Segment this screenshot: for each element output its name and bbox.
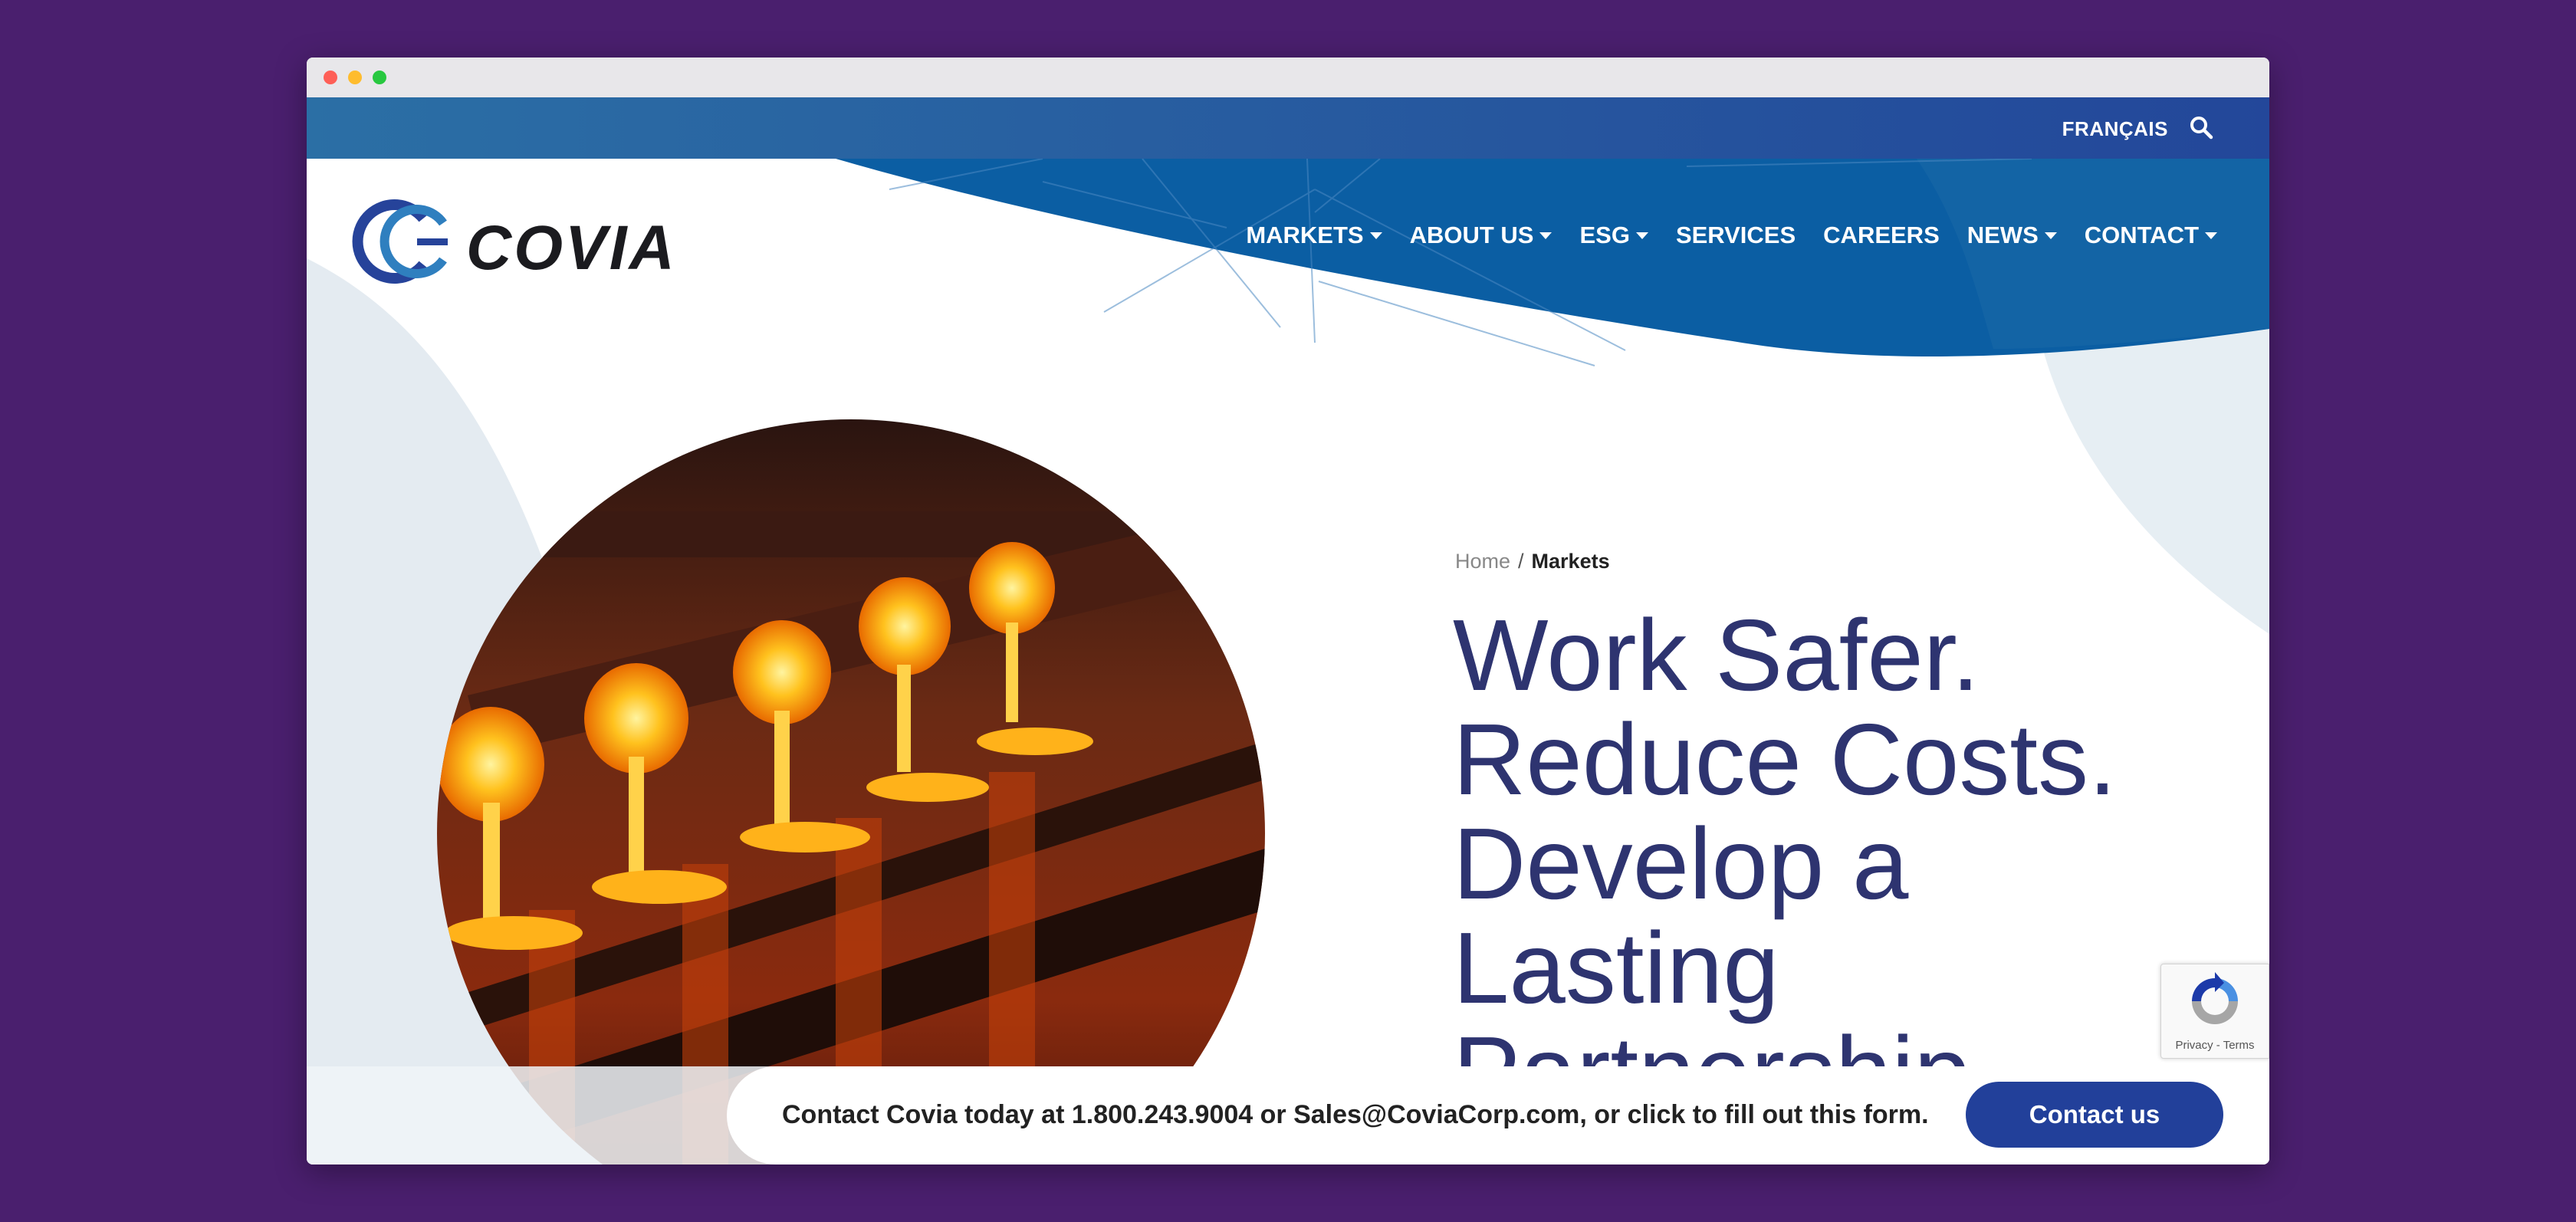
hero-title: Work Safer. Reduce Costs. Develop a Last… bbox=[1453, 603, 2204, 1125]
recaptcha-terms-link[interactable]: Terms bbox=[2223, 1039, 2255, 1052]
hero-title-line: Develop a bbox=[1453, 807, 1909, 920]
hero-title-line: Reduce Costs. bbox=[1453, 703, 2117, 816]
caret-down-icon bbox=[1369, 232, 1382, 239]
minimize-window-button[interactable] bbox=[348, 71, 362, 84]
nav-item-careers[interactable]: CAREERS bbox=[1823, 222, 1940, 249]
covia-logo-mark-icon bbox=[352, 199, 448, 284]
search-icon[interactable] bbox=[2188, 114, 2214, 140]
logo-wordmark: COVIA bbox=[466, 213, 677, 283]
recaptcha-links: Privacy - Terms bbox=[2161, 1039, 2269, 1052]
contact-banner-pill: Contact Covia today at 1.800.243.9004 or… bbox=[727, 1066, 2269, 1165]
close-window-button[interactable] bbox=[324, 71, 337, 84]
nav-label: CONTACT bbox=[2084, 222, 2199, 248]
nav-item-markets[interactable]: MARKETS bbox=[1246, 222, 1382, 249]
nav-item-services[interactable]: SERVICES bbox=[1676, 222, 1796, 249]
nav-item-contact[interactable]: CONTACT bbox=[2085, 222, 2217, 249]
contact-us-button[interactable]: Contact us bbox=[1966, 1082, 2223, 1148]
browser-window: FRANÇAIS COVIA MARKETS ABOUT US ESG SERV… bbox=[307, 57, 2269, 1165]
hero-title-line: Lasting bbox=[1453, 912, 1779, 1024]
contact-banner-message[interactable]: Contact Covia today at 1.800.243.9004 or… bbox=[782, 1100, 1929, 1130]
recaptcha-privacy-link[interactable]: Privacy bbox=[2175, 1039, 2213, 1052]
hero-title-line: Work Safer. bbox=[1453, 599, 1980, 711]
nav-label: CAREERS bbox=[1823, 222, 1940, 248]
nav-label: MARKETS bbox=[1246, 222, 1364, 248]
breadcrumb-current: Markets bbox=[1531, 550, 1610, 573]
recaptcha-badge[interactable]: Privacy - Terms bbox=[2160, 964, 2269, 1059]
nav-label: SERVICES bbox=[1675, 222, 1796, 248]
main-navigation: MARKETS ABOUT US ESG SERVICES CAREERS NE… bbox=[1246, 222, 2217, 249]
breadcrumb-home-link[interactable]: Home bbox=[1455, 550, 1510, 573]
contact-banner: Contact Covia today at 1.800.243.9004 or… bbox=[307, 1066, 2269, 1165]
window-titlebar bbox=[307, 57, 2269, 97]
nav-label: ABOUT US bbox=[1409, 222, 1534, 248]
web-page: FRANÇAIS COVIA MARKETS ABOUT US ESG SERV… bbox=[307, 97, 2269, 1165]
nav-label: NEWS bbox=[1967, 222, 2039, 248]
recaptcha-icon bbox=[2192, 972, 2238, 1024]
language-toggle-link[interactable]: FRANÇAIS bbox=[2062, 117, 2168, 141]
nav-label: ESG bbox=[1579, 222, 1630, 248]
caret-down-icon bbox=[2044, 232, 2057, 239]
recaptcha-separator: - bbox=[2216, 1039, 2220, 1052]
nav-item-news[interactable]: NEWS bbox=[1967, 222, 2057, 249]
maximize-window-button[interactable] bbox=[373, 71, 386, 84]
caret-down-icon bbox=[2205, 232, 2217, 239]
caret-down-icon bbox=[1635, 232, 1648, 239]
nav-item-about-us[interactable]: ABOUT US bbox=[1410, 222, 1552, 249]
covia-logo[interactable]: COVIA bbox=[350, 195, 675, 287]
caret-down-icon bbox=[1539, 232, 1552, 239]
utility-bar: FRANÇAIS bbox=[307, 97, 2269, 159]
breadcrumb: Home / Markets bbox=[1455, 550, 1610, 573]
breadcrumb-separator: / bbox=[1518, 550, 1524, 573]
nav-item-esg[interactable]: ESG bbox=[1579, 222, 1648, 249]
